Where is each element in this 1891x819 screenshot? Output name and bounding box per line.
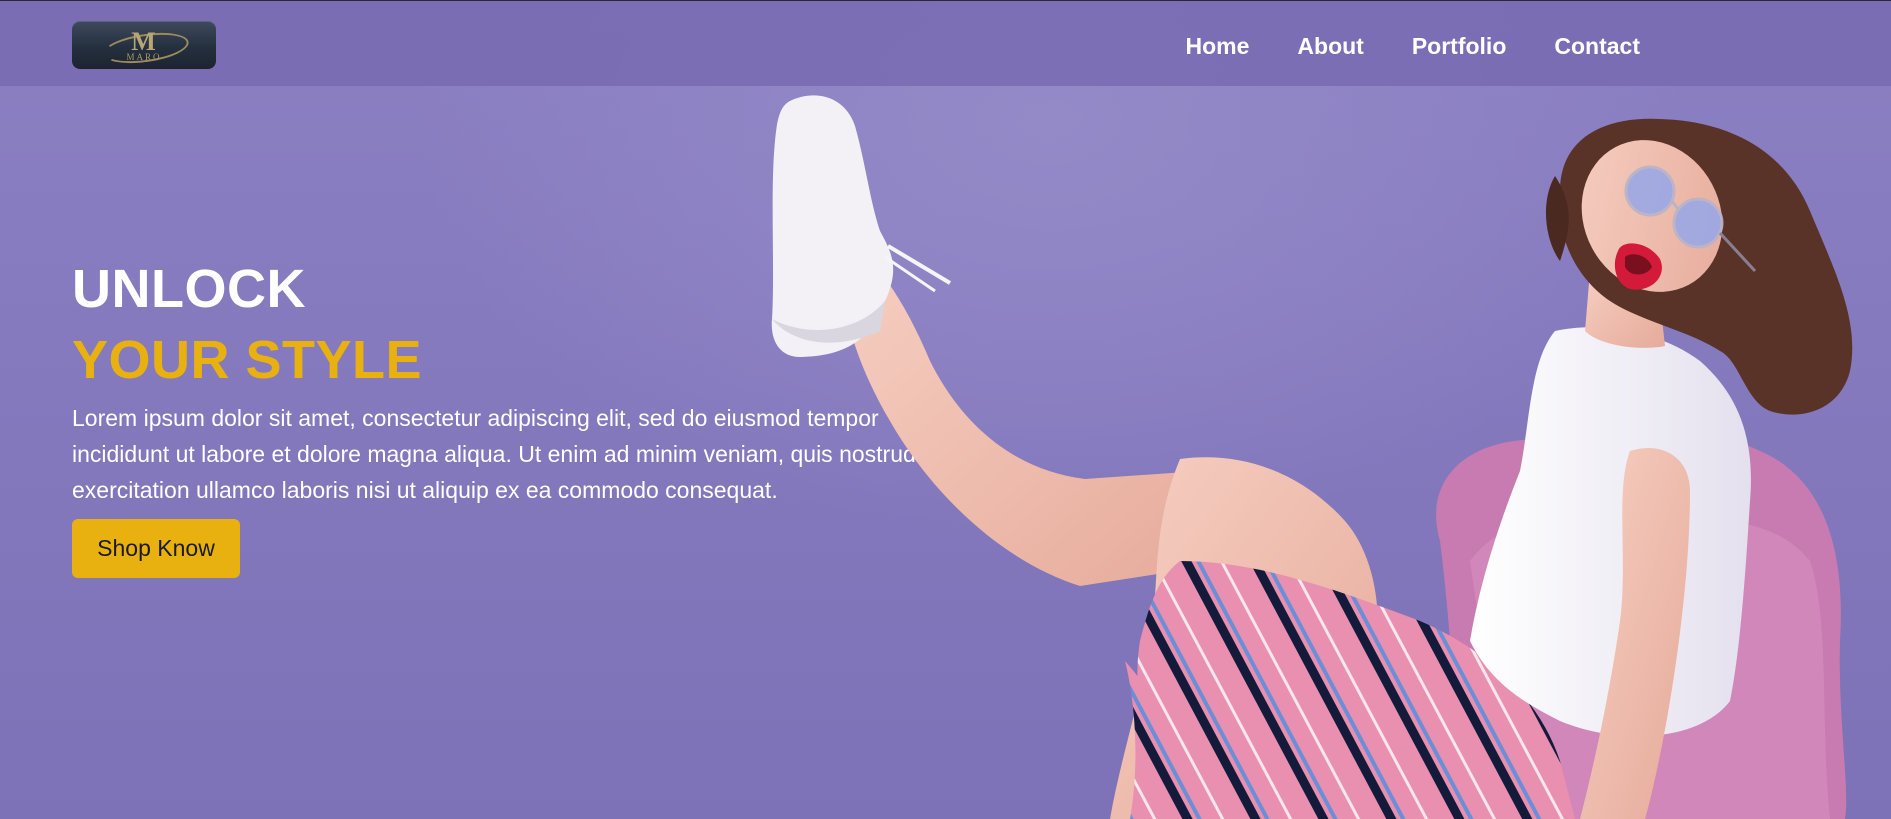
site-header: M MARO Home About Portfolio Contact bbox=[0, 1, 1891, 86]
brand-logo[interactable]: M MARO bbox=[72, 21, 216, 69]
hero-page: M MARO Home About Portfolio Contact UNLO… bbox=[0, 1, 1891, 819]
hero-model-image bbox=[771, 95, 1853, 819]
nav-link-portfolio[interactable]: Portfolio bbox=[1412, 29, 1507, 63]
nav-link-home[interactable]: Home bbox=[1186, 29, 1250, 63]
nav-link-about[interactable]: About bbox=[1297, 29, 1363, 63]
logo-mark-icon: M MARO bbox=[99, 28, 191, 68]
nav-link-contact[interactable]: Contact bbox=[1554, 29, 1640, 63]
main-nav: Home About Portfolio Contact bbox=[1186, 29, 1641, 63]
logo-wordmark: MARO bbox=[126, 52, 162, 62]
